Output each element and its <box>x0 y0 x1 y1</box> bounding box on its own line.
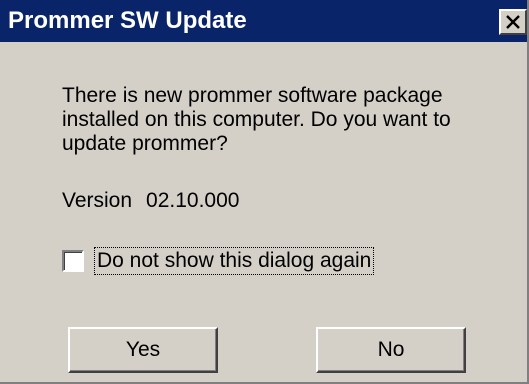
title-bar[interactable]: Prommer SW Update <box>0 0 527 42</box>
version-value: 02.10.000 <box>146 189 240 212</box>
version-label: Version <box>62 189 133 212</box>
close-button[interactable] <box>499 9 527 35</box>
close-icon <box>506 15 520 29</box>
no-button[interactable]: No <box>316 327 466 373</box>
window-title: Prommer SW Update <box>8 7 247 34</box>
yes-button[interactable]: Yes <box>68 327 218 373</box>
dialog-message: There is new prommer software package in… <box>62 84 502 156</box>
dont-show-again-checkbox[interactable] <box>62 250 84 272</box>
message-line: update prommer? <box>62 132 228 155</box>
update-dialog: Prommer SW Update There is new prommer s… <box>0 0 529 384</box>
dont-show-again-label[interactable]: Do not show this dialog again <box>94 247 375 275</box>
message-line: There is new prommer software package <box>62 84 443 107</box>
version-row: Version 02.10.000 <box>62 189 239 213</box>
message-line: installed on this computer. Do you want … <box>62 108 451 131</box>
